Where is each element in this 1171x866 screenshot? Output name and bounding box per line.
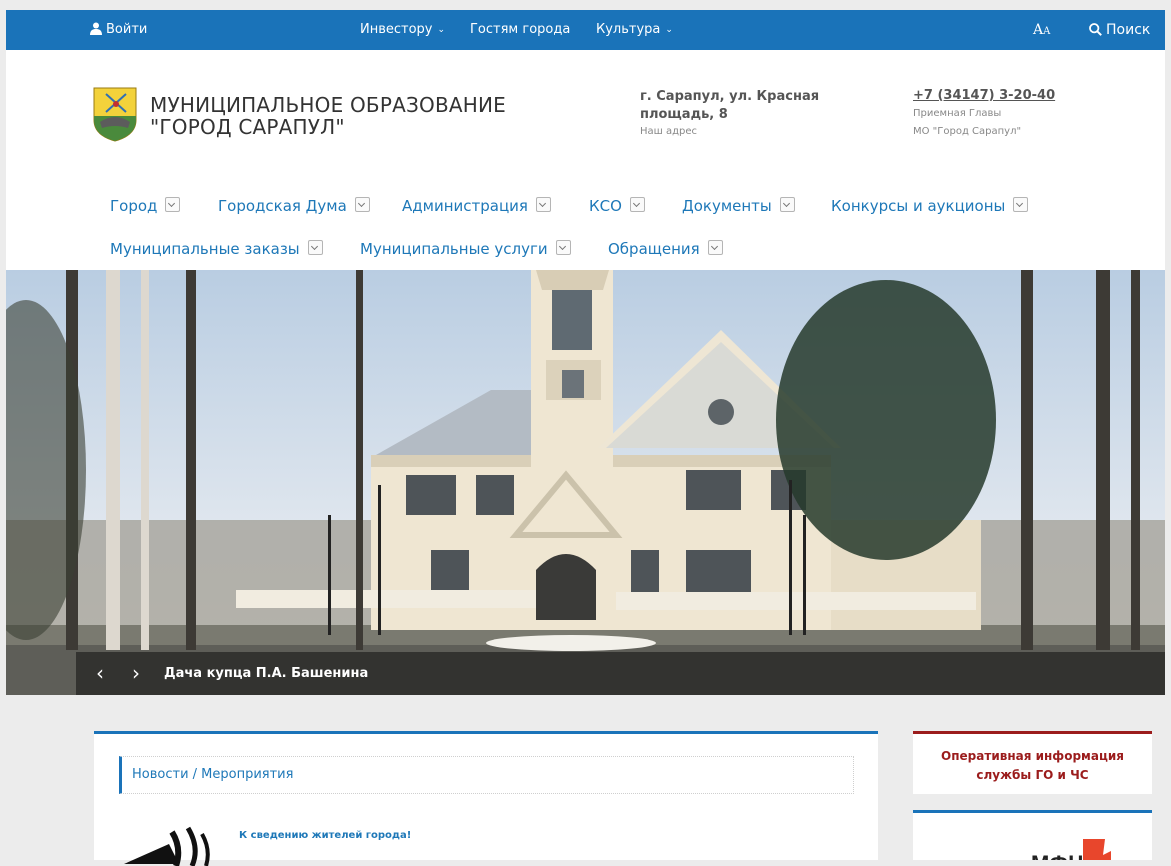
menu-item-city-duma[interactable]: Городская Дума	[218, 197, 370, 215]
address-label: Наш адрес	[640, 126, 698, 137]
menu-item-kso[interactable]: КСО	[589, 197, 645, 215]
search-label: Поиск	[1106, 22, 1151, 38]
dropdown-toggle-icon[interactable]	[354, 197, 370, 212]
menu-item-city[interactable]: Город	[110, 197, 181, 215]
chevron-down-icon: ⌄	[665, 25, 673, 35]
hero-slider[interactable]: ‹ › Дача купца П.А. Башенина	[6, 270, 1165, 695]
civil-defense-info-block[interactable]: Оперативная информация службы ГО и ЧС	[913, 731, 1152, 794]
dropdown-toggle-icon[interactable]	[779, 197, 795, 212]
phone-link[interactable]: +7 (34147) 3-20-40	[913, 88, 1055, 103]
mfc-logo: МФЦ	[1031, 839, 1119, 860]
font-size-toggle[interactable]: AA	[1033, 10, 1050, 50]
dropdown-toggle-icon[interactable]	[535, 197, 551, 212]
menu-item-label: Конкурсы и аукционы	[831, 197, 1006, 215]
site-title[interactable]: МУНИЦИПАЛЬНОЕ ОБРАЗОВАНИЕ "ГОРОД САРАПУЛ…	[150, 94, 506, 138]
phone-label: Приемная Главы МО "Город Сарапул"	[913, 105, 1055, 141]
menu-item-appeals[interactable]: Обращения	[608, 240, 723, 258]
menu-guests[interactable]: Гостям города	[470, 10, 570, 50]
top-bar: Войти Инвестору ⌄ Гостям города Культура ⌄…	[6, 10, 1165, 50]
phone-block: +7 (34147) 3-20-40 Приемная Главы МО "Го…	[913, 88, 1055, 141]
menu-item-label: КСО	[589, 197, 622, 215]
slider-caption-bar: ‹ › Дача купца П.А. Башенина	[76, 652, 1165, 695]
civil-defense-info-label: Оперативная информация службы ГО и ЧС	[913, 747, 1152, 785]
site-title-line2: "ГОРОД САРАПУЛ"	[150, 115, 345, 139]
font-size-big: A	[1033, 22, 1044, 38]
culture-label: Культура	[596, 22, 661, 37]
address-block: г. Сарапул, ул. Красная площадь, 8 Наш а…	[640, 88, 830, 137]
slider-prev-button[interactable]: ‹	[96, 652, 104, 695]
login-link[interactable]: Войти	[90, 10, 147, 50]
font-size-small: A	[1043, 26, 1051, 37]
dropdown-toggle-icon[interactable]	[307, 240, 323, 255]
site-header: МУНИЦИПАЛЬНОЕ ОБРАЗОВАНИЕ "ГОРОД САРАПУЛ…	[6, 50, 1165, 270]
site-title-line1: МУНИЦИПАЛЬНОЕ ОБРАЗОВАНИЕ	[150, 93, 506, 117]
news-panel: Новости / Мероприятия К сведению жителей…	[94, 731, 878, 866]
menu-item-municipal-orders[interactable]: Муниципальные заказы	[110, 240, 323, 258]
phone-label-line1: Приемная Главы	[913, 108, 1002, 119]
menu-culture[interactable]: Культура ⌄	[596, 10, 673, 50]
news-item-title[interactable]: К сведению жителей города!	[239, 830, 411, 841]
alert-line1: Оперативная информация	[941, 749, 1124, 763]
user-icon	[90, 22, 102, 35]
mfc-banner[interactable]: МФЦ	[913, 810, 1152, 860]
investor-label: Инвестору	[360, 22, 433, 37]
menu-item-label: Муниципальные заказы	[110, 240, 300, 258]
dropdown-toggle-icon[interactable]	[629, 197, 645, 212]
search-icon	[1089, 23, 1102, 36]
slide-image	[6, 270, 1165, 695]
chevron-down-icon: ⌄	[437, 25, 446, 35]
phone-label-line2: МО "Город Сарапул"	[913, 126, 1022, 137]
menu-item-administration[interactable]: Администрация	[402, 197, 551, 215]
slider-caption[interactable]: Дача купца П.А. Башенина	[164, 652, 368, 695]
guests-label: Гостям города	[470, 22, 571, 37]
menu-item-municipal-services[interactable]: Муниципальные услуги	[360, 240, 571, 258]
megaphone-icon	[124, 826, 210, 866]
slider-next-button[interactable]: ›	[132, 652, 140, 695]
menu-item-label: Документы	[682, 197, 772, 215]
menu-investor[interactable]: Инвестору ⌄	[360, 10, 445, 50]
mfc-logo-text: МФЦ	[1031, 851, 1084, 860]
address-text: г. Сарапул, ул. Красная площадь, 8	[640, 89, 820, 122]
city-coat-of-arms-logo[interactable]	[92, 86, 138, 142]
dropdown-toggle-icon[interactable]	[165, 197, 181, 212]
menu-item-documents[interactable]: Документы	[682, 197, 795, 215]
dropdown-toggle-icon[interactable]	[707, 240, 723, 255]
dropdown-toggle-icon[interactable]	[555, 240, 571, 255]
dropdown-toggle-icon[interactable]	[1013, 197, 1029, 212]
menu-item-label: Обращения	[608, 240, 700, 258]
menu-item-label: Администрация	[402, 197, 528, 215]
search-button[interactable]: Поиск	[1089, 10, 1150, 50]
menu-item-tenders[interactable]: Конкурсы и аукционы	[831, 197, 1029, 215]
news-heading[interactable]: Новости / Мероприятия	[119, 756, 854, 794]
login-label: Войти	[106, 22, 148, 37]
menu-item-label: Городская Дума	[218, 197, 347, 215]
menu-item-label: Город	[110, 197, 158, 215]
news-heading-label: Новости / Мероприятия	[132, 767, 294, 782]
alert-line2: службы ГО и ЧС	[976, 768, 1089, 782]
menu-item-label: Муниципальные услуги	[360, 240, 548, 258]
